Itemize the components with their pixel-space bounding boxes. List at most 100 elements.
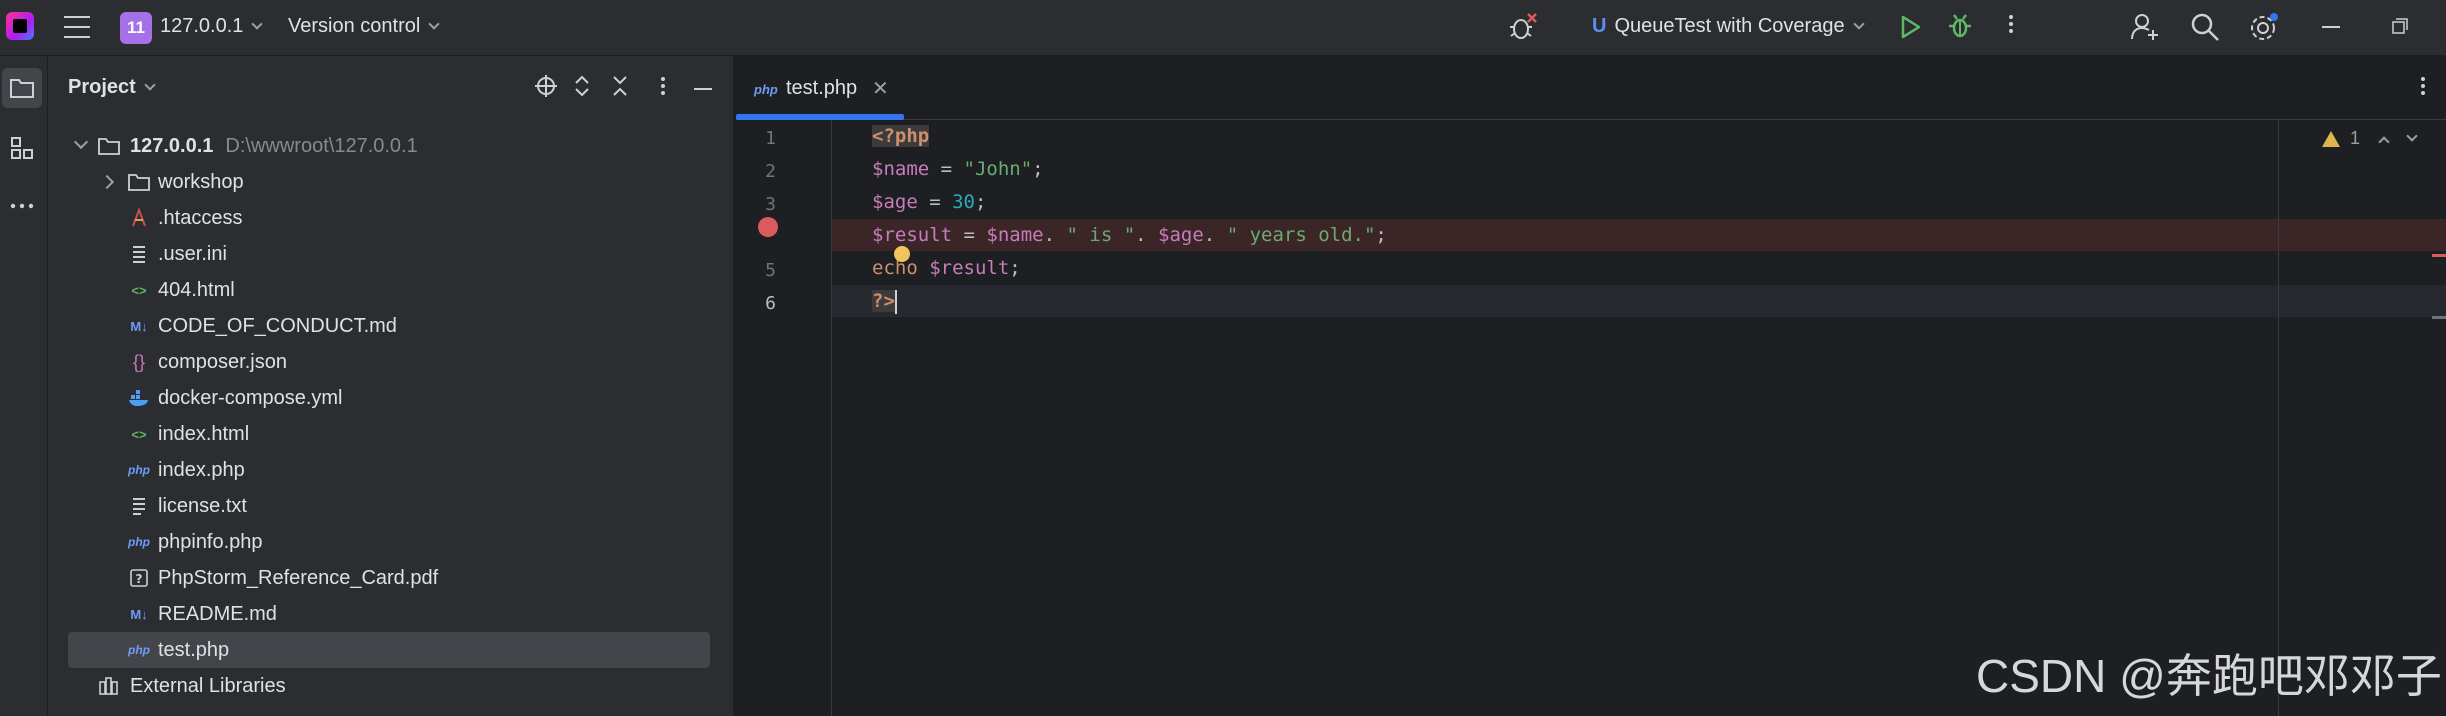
project-panel-title: Project (68, 76, 136, 98)
tab-test-php[interactable]: php test.php ✕ (736, 56, 904, 120)
code-keyword: echo (872, 257, 918, 279)
structure-tool-button[interactable] (2, 128, 42, 168)
tree-item-readme-md[interactable]: M↓ README.md (48, 596, 734, 632)
tree-item-label: README.md (158, 602, 277, 625)
code-line-6[interactable]: ?> (832, 285, 2446, 317)
run-icon[interactable] (1898, 14, 1922, 40)
tree-item-phpinfo-php[interactable]: php phpinfo.php (48, 524, 734, 560)
more-horizontal-icon (10, 203, 34, 209)
tree-item-label: docker-compose.yml (158, 386, 343, 409)
htaccess-file-icon (128, 207, 150, 229)
editor-gutter[interactable]: 1 2 3 5 6 (736, 120, 832, 716)
root-folder-path: D:\wwwroot\127.0.0.1 (225, 134, 418, 157)
project-badge[interactable]: 11 (120, 12, 152, 44)
project-view-selector[interactable]: Project (68, 76, 156, 99)
more-tools-button[interactable] (2, 186, 42, 226)
phpstorm-logo-icon[interactable] (6, 12, 34, 40)
expand-arrow-icon[interactable] (73, 134, 89, 150)
tree-item-code-of-conduct[interactable]: M↓ CODE_OF_CONDUCT.md (48, 308, 734, 344)
tree-item-external-libraries[interactable]: External Libraries (48, 668, 734, 704)
html-file-icon: <> (131, 426, 147, 442)
folder-icon (128, 171, 150, 193)
expand-all-icon[interactable] (572, 74, 592, 98)
folder-icon (10, 79, 34, 98)
panel-options-icon[interactable] (658, 74, 668, 98)
warning-icon (2321, 130, 2340, 147)
breakpoint-icon[interactable] (758, 217, 778, 237)
inspection-widget[interactable]: 1 (2321, 128, 2418, 149)
project-tree: 127.0.0.1 D:\wwwroot\127.0.0.1 workshop .… (48, 128, 734, 704)
project-panel: Project 127.0.0.1 D:\wwwroot\127.0.0.1 w… (48, 56, 734, 716)
line-number: 6 (765, 293, 776, 314)
chevron-down-icon (428, 18, 440, 30)
tree-item-htaccess[interactable]: .htaccess (48, 200, 734, 236)
tree-item-license-txt[interactable]: license.txt (48, 488, 734, 524)
chevron-down-icon (144, 79, 156, 91)
expand-arrow-icon[interactable] (99, 174, 115, 190)
project-tool-button[interactable] (2, 68, 42, 108)
locate-file-icon[interactable] (534, 74, 558, 98)
version-control-menu[interactable]: Version control (288, 15, 440, 38)
stripe-marker[interactable] (2432, 316, 2446, 319)
collapse-all-icon[interactable] (610, 74, 630, 98)
next-highlight-icon[interactable] (2406, 129, 2418, 142)
error-stripe-marker[interactable] (2432, 254, 2446, 257)
right-margin-guide (2278, 120, 2279, 716)
tree-root[interactable]: 127.0.0.1 D:\wwwroot\127.0.0.1 (48, 128, 734, 164)
tree-item-label: CODE_OF_CONDUCT.md (158, 314, 397, 337)
previous-highlight-icon[interactable] (2378, 135, 2390, 148)
add-user-icon[interactable] (2130, 12, 2160, 42)
tree-item-label: .htaccess (158, 206, 243, 229)
restore-window-icon[interactable] (2392, 18, 2408, 34)
tree-item-docker-compose[interactable]: docker-compose.yml (48, 380, 734, 416)
code-line-3[interactable]: $age = 30; (832, 186, 2446, 218)
code-line-5[interactable]: echo $result; (832, 252, 2446, 284)
tree-item-index-php[interactable]: php index.php (48, 452, 734, 488)
tree-item-404-html[interactable]: <> 404.html (48, 272, 734, 308)
code-variable: $age (872, 191, 918, 213)
warning-count: 1 (2349, 128, 2360, 148)
watermark: CSDN @奔跑吧邓邓子 (1976, 650, 2442, 702)
tree-item-label: .user.ini (158, 242, 227, 265)
php-file-icon: php (128, 463, 150, 477)
code-line-4[interactable]: $result = $name. " is ". $age. " years o… (832, 219, 2446, 251)
code-string: " years old." (1226, 224, 1376, 246)
tree-item-test-php[interactable]: php test.php (68, 632, 710, 668)
main-menu-icon[interactable] (64, 16, 90, 38)
run-configuration-selector[interactable]: U QueueTest with Coverage (1592, 15, 1865, 38)
code-editor[interactable]: <?php $name = "John"; $age = 30; $result… (832, 120, 2446, 716)
title-bar: 11 127.0.0.1 Version control U QueueTest … (0, 0, 2446, 56)
close-tab-icon[interactable]: ✕ (872, 76, 889, 101)
intention-bulb-icon[interactable] (894, 246, 910, 262)
line-number: 1 (765, 128, 776, 149)
code-operator: ; (1009, 257, 1021, 279)
tree-item-label: workshop (158, 170, 244, 193)
tree-item-index-html[interactable]: <> index.html (48, 416, 734, 452)
unknown-file-icon: ? (128, 567, 150, 589)
code-variable: $result (929, 257, 1010, 279)
tree-item-label: test.php (158, 638, 230, 661)
tree-item-user-ini[interactable]: .user.ini (48, 236, 734, 272)
code-line-2[interactable]: $name = "John"; (832, 153, 2446, 185)
hide-panel-icon[interactable] (694, 88, 712, 90)
json-file-icon: {} (132, 351, 146, 372)
more-actions-icon[interactable] (2006, 12, 2016, 42)
svg-text:?: ? (136, 572, 143, 586)
search-icon[interactable] (2190, 12, 2220, 42)
tree-item-label: index.php (158, 458, 245, 481)
text-caret (894, 289, 897, 314)
tree-item-reference-card-pdf[interactable]: ? PhpStorm_Reference_Card.pdf (48, 560, 734, 596)
debug-icon[interactable] (1946, 12, 1974, 40)
php-file-icon: php (754, 82, 778, 97)
code-variable: $name (986, 224, 1044, 246)
chevron-down-icon (251, 18, 264, 30)
debug-listener-icon[interactable] (1508, 12, 1538, 42)
settings-gear-icon[interactable] (2248, 11, 2280, 43)
project-switcher[interactable]: 127.0.0.1 (160, 15, 264, 38)
minimize-window-icon[interactable] (2322, 26, 2340, 28)
tree-item-label: phpinfo.php (158, 530, 263, 553)
editor-tab-options-icon[interactable] (2418, 74, 2428, 98)
tree-item-composer-json[interactable]: {} composer.json (48, 344, 734, 380)
tree-item-workshop[interactable]: workshop (48, 164, 734, 200)
code-line-1[interactable]: <?php (832, 120, 2446, 152)
